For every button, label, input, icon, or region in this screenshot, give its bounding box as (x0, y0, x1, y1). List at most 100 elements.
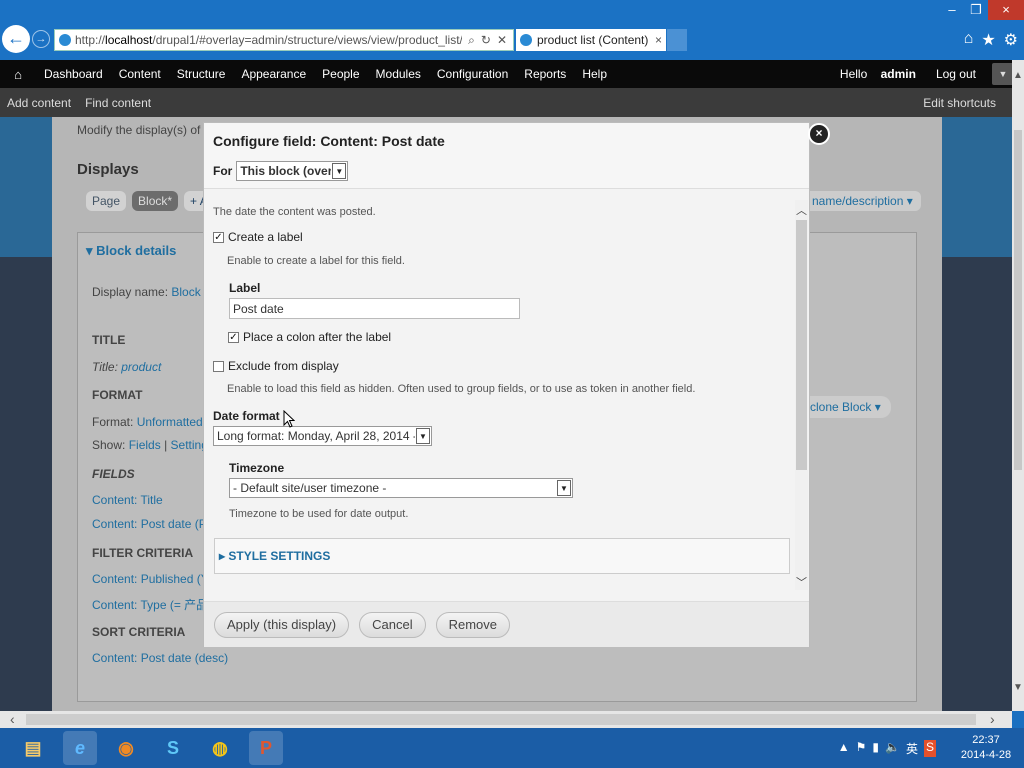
toolbar-item-modules[interactable]: Modules (368, 67, 429, 81)
create-label-checkbox[interactable]: ✓ (213, 231, 224, 243)
style-settings-fieldset[interactable]: ▸ STYLE SETTINGS (214, 538, 790, 574)
dialog-scroll-thumb[interactable] (796, 220, 807, 470)
timezone-select[interactable]: - Default site/user timezone - ▼ (229, 478, 573, 498)
tray-volume-icon[interactable]: 🔈 (885, 740, 900, 757)
dialog-scrollbar[interactable]: ︿ ﹀ (795, 200, 808, 590)
style-settings-toggle[interactable]: ▸ STYLE SETTINGS (219, 549, 330, 563)
exclude-checkbox[interactable] (213, 360, 224, 372)
window-controls: – ❐ × (940, 0, 1024, 22)
date-format-select[interactable]: Long format: Monday, April 28, 2014 - 14… (213, 426, 432, 446)
internet-explorer-icon[interactable]: e (63, 731, 97, 765)
stop-icon[interactable]: ✕ (497, 33, 507, 48)
tray-network-icon[interactable]: ▮ (872, 740, 879, 757)
dialog-close-button[interactable]: × (808, 123, 830, 145)
for-display-select[interactable]: This block (override) ▼ (236, 161, 349, 181)
gear-icon[interactable]: ⚙ (1004, 30, 1018, 50)
label-heading: Label (229, 281, 261, 295)
create-label-description: Enable to create a label for this field. (227, 255, 405, 267)
scroll-up-arrow-icon[interactable]: ▲ (1012, 70, 1024, 81)
toolbar-item-dashboard[interactable]: Dashboard (36, 67, 111, 81)
dialog-footer: Apply (this display) Cancel Remove (204, 601, 809, 647)
toolbar-item-people[interactable]: People (314, 67, 367, 81)
home-icon[interactable]: ⌂ (964, 30, 974, 50)
new-tab-button[interactable] (667, 29, 687, 51)
for-row: For This block (override) ▼ (213, 161, 349, 181)
horizontal-scroll-thumb[interactable] (26, 714, 976, 725)
displays-heading: Displays (77, 161, 139, 178)
create-label-text[interactable]: Create a label (228, 230, 303, 244)
colon-text[interactable]: Place a colon after the label (243, 330, 391, 344)
scroll-left-arrow-icon[interactable]: ‹ (10, 711, 15, 728)
toolbar-item-reports[interactable]: Reports (516, 67, 574, 81)
browser-chrome: – ❐ × ← → http://localhost/drupal1/#over… (0, 0, 1024, 60)
clock-time: 22:37 (972, 734, 1000, 746)
window-close-button[interactable]: × (988, 0, 1024, 20)
file-explorer-icon[interactable]: ▤ (16, 731, 50, 765)
username[interactable]: admin (881, 67, 916, 81)
minimize-button[interactable]: – (940, 0, 964, 20)
date-format-value: Long format: Monday, April 28, 2014 - 14… (217, 429, 415, 443)
toolbar-home-icon[interactable]: ⌂ (0, 67, 36, 82)
dialog-scroll-up-icon[interactable]: ︿ (795, 202, 808, 218)
url-host: localhost (105, 33, 153, 47)
title-link[interactable]: product (121, 360, 161, 374)
logout-link[interactable]: Log out (926, 67, 986, 81)
browser-tab[interactable]: product list (Content) | d... × (516, 29, 666, 51)
address-bar[interactable]: http://localhost/drupal1/#overlay=admin/… (54, 29, 514, 51)
back-button[interactable]: ← (2, 25, 30, 53)
tray-expand-icon[interactable]: ▲ (838, 740, 850, 757)
show-fields-link[interactable]: Fields (129, 438, 161, 452)
search-icon[interactable]: ⌕ (468, 33, 475, 48)
edit-name-description-button[interactable]: name/description ▾ (804, 191, 921, 211)
page-vertical-scrollbar[interactable]: ▲ ▼ (1012, 60, 1024, 711)
favorites-star-icon[interactable]: ★ (981, 30, 995, 50)
forward-button[interactable]: → (32, 30, 50, 48)
title-section-heading: TITLE (92, 333, 126, 347)
tab-close-icon[interactable]: × (655, 33, 662, 47)
dialog-scroll-down-icon[interactable]: ﹀ (795, 574, 808, 590)
field-item-title[interactable]: Content: Title (92, 493, 163, 507)
toolbar-item-configuration[interactable]: Configuration (429, 67, 516, 81)
maximize-button[interactable]: ❐ (964, 0, 988, 20)
edit-shortcuts-link[interactable]: Edit shortcuts (916, 96, 1012, 110)
remove-button[interactable]: Remove (435, 611, 510, 638)
display-name-link[interactable]: Block (171, 285, 200, 299)
label-text-input[interactable]: Post date (229, 298, 520, 319)
tray-app-icon[interactable]: S (923, 740, 936, 757)
firefox-icon[interactable]: ◉ (109, 731, 143, 765)
sort-item-post-date[interactable]: Content: Post date (desc) (92, 651, 228, 665)
colon-checkbox[interactable]: ✓ (228, 331, 239, 343)
tab-page[interactable]: Page (86, 191, 127, 211)
chrome-icon[interactable]: ◍ (203, 731, 237, 765)
vertical-scroll-thumb[interactable] (1014, 130, 1022, 470)
page-horizontal-scrollbar[interactable]: ‹ › (0, 711, 1012, 728)
shortcut-find-content[interactable]: Find content (78, 96, 158, 110)
url-prefix: http:// (75, 33, 106, 47)
toolbar-item-appearance[interactable]: Appearance (233, 67, 314, 81)
apply-button[interactable]: Apply (this display) (214, 611, 350, 638)
refresh-icon[interactable]: ↻ (481, 33, 491, 48)
shortcut-add-content[interactable]: Add content (0, 96, 78, 110)
toolbar-item-structure[interactable]: Structure (169, 67, 234, 81)
block-details-toggle[interactable]: ▾ Block details (86, 243, 176, 259)
taskbar-clock[interactable]: 22:37 2014-4-28 (956, 733, 1016, 763)
cancel-button[interactable]: Cancel (359, 611, 426, 638)
tray-flag-icon[interactable]: ⚑ (856, 740, 867, 757)
url-text[interactable]: http://localhost/drupal1/#overlay=admin/… (75, 33, 462, 47)
skype-icon[interactable]: S (156, 731, 190, 765)
toolbar-menu: Dashboard Content Structure Appearance P… (36, 67, 615, 81)
tab-block[interactable]: Block* (132, 191, 179, 211)
configure-field-dialog: Configure field: Content: Post date For … (203, 122, 810, 647)
toolbar-toggle-button[interactable]: ▼ (992, 63, 1014, 85)
toolbar-item-content[interactable]: Content (111, 67, 169, 81)
tray-ime-icon[interactable]: 英 (906, 740, 918, 757)
exclude-text[interactable]: Exclude from display (228, 359, 339, 373)
filter-section-heading: FILTER CRITERIA (92, 546, 194, 560)
powerpoint-icon[interactable]: P (249, 731, 283, 765)
clone-block-button[interactable]: clone Block ▾ (800, 396, 891, 418)
show-separator: | (164, 438, 168, 452)
toolbar-item-help[interactable]: Help (574, 67, 615, 81)
show-label: Show: (92, 438, 126, 452)
scroll-down-arrow-icon[interactable]: ▼ (1012, 682, 1024, 693)
scroll-right-arrow-icon[interactable]: › (990, 711, 995, 728)
